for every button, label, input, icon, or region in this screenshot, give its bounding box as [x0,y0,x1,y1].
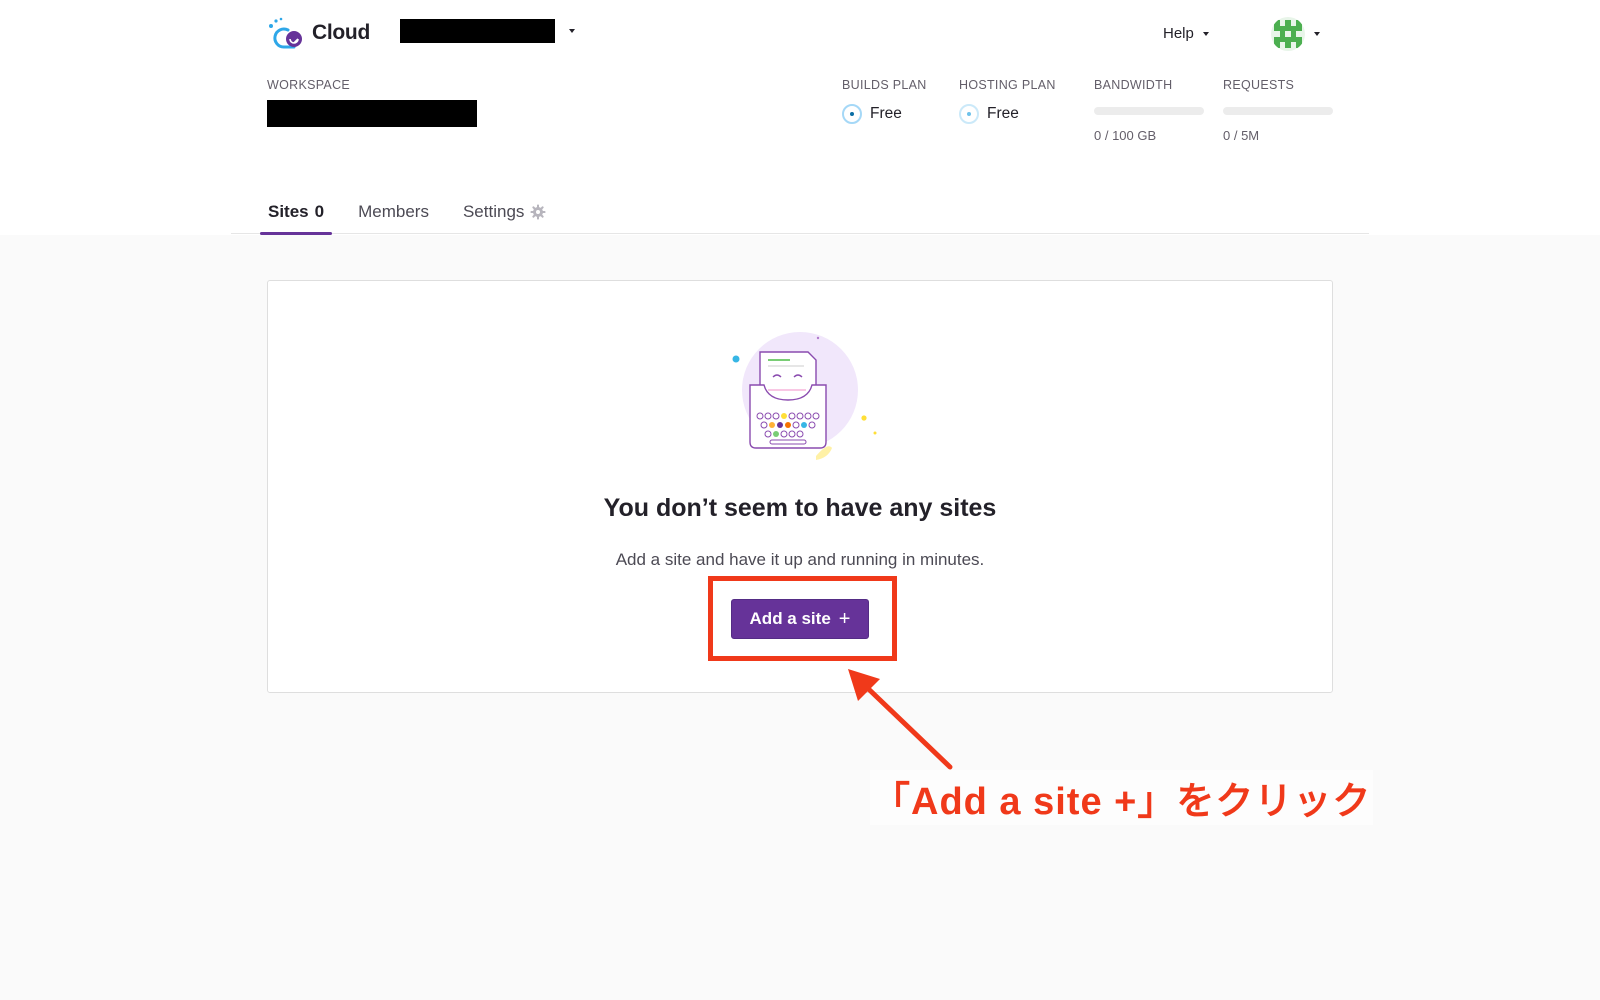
hosting-plan-label: HOSTING PLAN [959,78,1056,92]
avatar [1271,17,1305,51]
gear-icon [530,204,546,220]
empty-state-subtitle: Add a site and have it up and running in… [615,550,985,569]
chevron-down-icon [1202,31,1209,36]
organization-name-redacted [400,19,555,43]
typewriter-illustration-icon [732,332,877,460]
brand-name: Cloud [312,21,370,44]
builds-plan-label: BUILDS PLAN [842,78,927,92]
annotation-text: 「Add a site +」をクリック [870,770,1374,825]
workspace-label: WORKSPACE [267,78,351,92]
tab-sites-count: 0 [314,202,325,221]
bandwidth-usage: BANDWIDTH 0 / 100 GB [1094,78,1204,143]
bandwidth-value: 0 / 100 GB [1094,128,1157,143]
brand-logo-link[interactable]: Cloud [266,16,370,50]
requests-usage: REQUESTS 0 / 5M [1223,78,1333,143]
chevron-down-icon [569,29,575,33]
tab-members-label: Members [358,202,429,221]
hosting-plan-value: Free [987,105,1019,122]
annotation-arrow-icon [848,669,953,770]
plan-ring-icon [842,104,862,124]
tab-settings-label: Settings [462,202,525,221]
workspace-name-redacted [267,100,477,127]
empty-state-title: You don’t seem to have any sites [603,494,997,522]
workspace-tabs: Sites 0 Members Settings [260,196,572,235]
requests-label: REQUESTS [1223,78,1295,92]
tab-sites-label: Sites [268,202,309,221]
cloud-logo-icon [266,16,306,50]
tab-members[interactable]: Members [350,202,437,234]
tab-sites[interactable]: Sites 0 [260,202,333,235]
help-menu-button[interactable]: Help [1163,25,1209,42]
plan-ring-icon [959,104,979,124]
bandwidth-label: BANDWIDTH [1094,78,1173,92]
chevron-down-icon [1314,32,1320,36]
builds-plan: BUILDS PLAN Free [842,78,927,124]
requests-value: 0 / 5M [1223,128,1260,143]
top-header [0,0,1600,235]
requests-progress-bar [1223,107,1333,115]
builds-plan-value: Free [870,105,902,122]
help-label: Help [1163,25,1194,42]
annotation-highlight-box [708,576,897,661]
hosting-plan: HOSTING PLAN Free [959,78,1056,124]
user-menu-button[interactable] [1271,17,1320,51]
organization-switcher[interactable] [400,19,575,43]
bandwidth-progress-bar [1094,107,1204,115]
tab-settings[interactable]: Settings [455,202,554,234]
